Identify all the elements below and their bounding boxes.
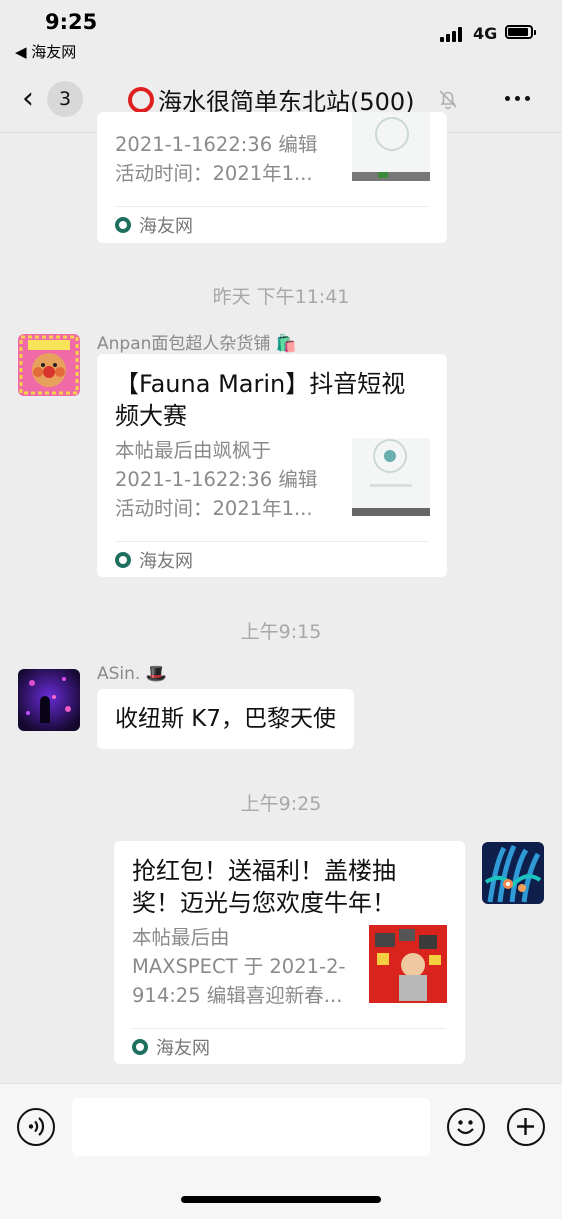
avatar[interactable] xyxy=(18,334,80,396)
card-title-line: 奖！迈光与您欢度牛年！ xyxy=(132,889,396,917)
network-type: 4G xyxy=(473,24,498,43)
card-description-line: MAXSPECT 于 2021-2- xyxy=(132,955,346,978)
card-footer: 海友网 xyxy=(115,206,429,243)
card-description-line: 活动时间：2021年1... xyxy=(115,162,313,185)
message-input[interactable] xyxy=(72,1098,430,1156)
card-description-line: 本帖最后由飒枫于 xyxy=(115,439,272,462)
site-logo-icon xyxy=(115,217,131,233)
top-hat-icon: 🎩 xyxy=(145,664,167,684)
site-logo-icon xyxy=(132,1039,148,1055)
card-footer: 海友网 xyxy=(132,1028,446,1065)
back-to-app-link[interactable]: ◀ 海友网 xyxy=(15,41,76,62)
card-description-line: 914:25 编辑喜迎新春... xyxy=(132,984,343,1007)
red-ring-icon xyxy=(128,86,154,113)
status-time: 9:25 xyxy=(45,10,98,34)
avatar[interactable] xyxy=(18,669,80,731)
unread-count-badge[interactable]: 3 xyxy=(47,81,83,117)
message-timestamp: 上午9:25 xyxy=(240,793,322,815)
message-timestamp: 昨天 下午11:41 xyxy=(212,286,350,308)
sender-name: Anpan面包超人杂货铺 🛍️ xyxy=(97,329,297,354)
text-message[interactable]: 收纽斯 K7，巴黎天使 xyxy=(97,689,355,749)
card-thumbnail xyxy=(352,112,430,181)
link-card-message[interactable]: 【Fauna Marin】抖音短视 频大赛 本帖最后由飒枫于 2021-1-16… xyxy=(97,354,447,577)
back-chevron-icon[interactable]: ‹ xyxy=(22,81,34,117)
card-thumbnail xyxy=(352,438,430,516)
battery-icon xyxy=(505,25,536,39)
shopping-bag-icon: 🛍️ xyxy=(275,334,297,354)
card-title-line: 抢红包！送福利！盖楼抽 xyxy=(132,857,396,885)
plus-icon[interactable] xyxy=(507,1108,545,1146)
avatar[interactable] xyxy=(482,842,544,904)
card-title-line: 【Fauna Marin】抖音短视 xyxy=(115,370,406,398)
link-card-message[interactable]: 2021-1-1622:36 编辑 活动时间：2021年1... 海友网 xyxy=(97,112,447,243)
card-description-line: 2021-1-1622:36 编辑 xyxy=(115,133,318,156)
card-description-line: 活动时间：2021年1... xyxy=(115,497,313,520)
sender-name-text: Anpan面包超人杂货铺 xyxy=(97,334,271,354)
site-logo-icon xyxy=(115,552,131,568)
home-indicator[interactable] xyxy=(181,1196,381,1203)
card-source: 海友网 xyxy=(156,1038,210,1059)
card-title-line: 频大赛 xyxy=(115,402,187,430)
card-thumbnail xyxy=(369,925,447,1003)
card-description-line: 2021-1-1622:36 编辑 xyxy=(115,468,318,491)
sender-name-text: ASin. xyxy=(97,664,141,684)
status-bar: 9:25 ◀ 海友网 4G xyxy=(0,0,562,66)
sender-name: ASin. 🎩 xyxy=(97,664,167,684)
mute-bell-icon xyxy=(439,90,457,110)
card-description-line: 本帖最后由 xyxy=(132,926,230,949)
link-card-message[interactable]: 抢红包！送福利！盖楼抽 奖！迈光与您欢度牛年！ 本帖最后由 MAXSPECT 于… xyxy=(114,841,465,1064)
message-timestamp: 上午9:15 xyxy=(240,621,322,643)
card-source: 海友网 xyxy=(139,216,193,237)
signal-icon xyxy=(440,26,462,42)
emoji-icon[interactable] xyxy=(447,1108,485,1146)
card-source: 海友网 xyxy=(139,551,193,572)
card-footer: 海友网 xyxy=(115,541,429,578)
more-icon[interactable] xyxy=(505,96,530,101)
voice-icon[interactable] xyxy=(17,1108,55,1146)
